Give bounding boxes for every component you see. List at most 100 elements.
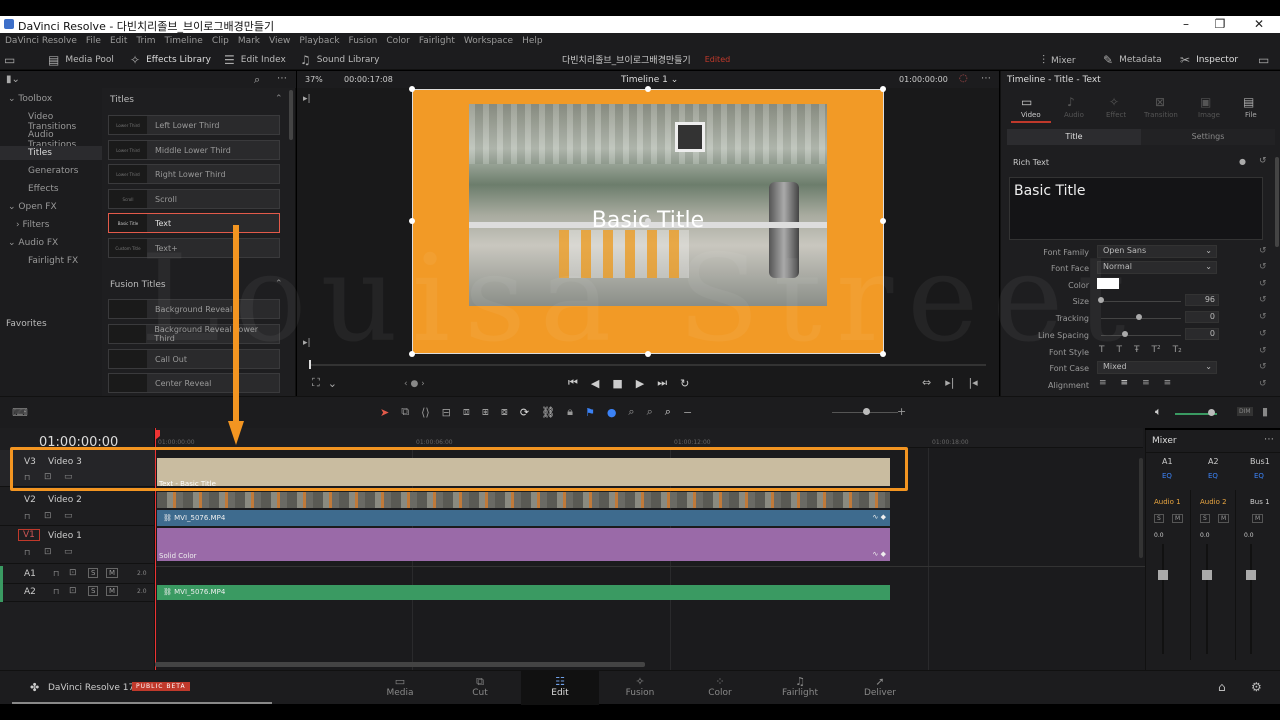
play-reverse-icon[interactable]: ◀ xyxy=(591,377,599,390)
sidebar-toggle-icon[interactable]: ▮⌄ xyxy=(6,74,20,85)
zoom-level[interactable]: 37% xyxy=(305,75,323,84)
linked-selection-icon[interactable]: ⛓ xyxy=(541,406,555,419)
tree-item-toolbox[interactable]: ⌄ Toolbox xyxy=(8,94,52,104)
eq-button[interactable]: EQ xyxy=(1254,472,1264,480)
zoom-in-icon[interactable]: + xyxy=(897,405,906,418)
flag-icon[interactable]: ⚑ xyxy=(585,406,595,419)
mark-out-icon[interactable]: |◂ xyxy=(968,376,977,389)
auto-select-icon[interactable]: ⊡ xyxy=(44,547,52,557)
more-options-icon[interactable]: ⋯ xyxy=(1264,434,1274,445)
previous-frame-icon[interactable]: ▸| xyxy=(303,94,311,104)
timeline-name-dropdown[interactable]: Timeline 1 ⌄ xyxy=(621,75,678,85)
search-icon[interactable]: ⌕ xyxy=(254,73,260,87)
tree-item-effects[interactable]: Effects xyxy=(28,184,59,194)
insert-clip-icon[interactable]: ⧈ xyxy=(463,405,470,419)
title-preset-right-lower-third[interactable]: Lower Third Right Lower Third xyxy=(108,164,280,184)
mute-button[interactable]: M xyxy=(106,586,119,596)
reset-icon[interactable]: ↺ xyxy=(1259,246,1267,256)
menu-item-workspace[interactable]: Workspace xyxy=(464,36,513,46)
effects-library-button[interactable]: ✧ Effects Library xyxy=(130,53,211,67)
align-right-icon[interactable]: ≡ xyxy=(1142,378,1150,388)
fader-knob[interactable] xyxy=(1202,570,1212,580)
reset-icon[interactable]: ↺ xyxy=(1259,312,1267,322)
title-preset-left-lower-third[interactable]: Lower Third Left Lower Third xyxy=(108,115,280,135)
tab-file[interactable]: File xyxy=(1245,111,1257,119)
marker-icon[interactable]: ● xyxy=(607,406,617,419)
transform-handle[interactable] xyxy=(880,86,886,92)
inspector-scrollbar[interactable] xyxy=(1275,157,1279,247)
align-center-icon[interactable]: ≡ xyxy=(1121,378,1129,388)
clip-v2-mvi-5076[interactable]: ⛓ MVI_5076.MP4 ∿ ◆ xyxy=(157,510,890,526)
track-header-a2[interactable]: A2 ⊓ ⊡ S M 2.0 xyxy=(0,584,155,602)
menu-item-view[interactable]: View xyxy=(269,36,290,46)
tree-item-video-transitions[interactable]: Video Transitions xyxy=(28,112,102,132)
reset-icon[interactable]: ↺ xyxy=(1259,279,1267,289)
menu-item-help[interactable]: Help xyxy=(522,36,543,46)
reset-icon[interactable]: ↺ xyxy=(1259,362,1267,372)
snapping-icon[interactable]: ⟳ xyxy=(520,406,529,419)
jog-control-icon[interactable]: ‹ ● › xyxy=(404,379,425,389)
zoom-detail-icon[interactable]: ⌕ xyxy=(647,405,653,419)
tab-transition[interactable]: Transition xyxy=(1144,111,1178,119)
menu-item-fusion[interactable]: Fusion xyxy=(349,36,378,46)
page-tab-edit[interactable]: ☷ Edit xyxy=(521,671,599,705)
lock-icon[interactable]: ⊓ xyxy=(53,587,59,596)
justify-icon[interactable]: ≡ xyxy=(1164,378,1172,388)
transform-handle[interactable] xyxy=(880,218,886,224)
keyframe-dot-icon[interactable]: ● xyxy=(1239,157,1246,166)
more-options-icon[interactable]: ⋯ xyxy=(277,73,287,84)
volume-slider-knob[interactable] xyxy=(1208,409,1215,416)
fusion-preset-center-reveal[interactable]: Center Reveal xyxy=(108,373,280,393)
home-icon[interactable]: ⌂ xyxy=(1218,680,1226,694)
skip-to-end-icon[interactable]: ⏭ xyxy=(657,376,667,390)
track-header-v2[interactable]: V2 Video 2 ⊓ ⊡ ▭ xyxy=(0,488,155,526)
page-tab-fusion[interactable]: ✧ Fusion xyxy=(601,671,679,705)
maximize-icon[interactable]: ❐ xyxy=(1210,17,1230,31)
mark-in-icon[interactable]: ▸| xyxy=(945,376,954,389)
auto-select-icon[interactable]: ⊡ xyxy=(69,586,77,596)
eq-button[interactable]: EQ xyxy=(1162,472,1172,480)
zoom-slider-knob[interactable] xyxy=(863,408,870,415)
metadata-button[interactable]: ✎ Metadata xyxy=(1103,53,1162,67)
fader-knob[interactable] xyxy=(1246,570,1256,580)
lock-icon[interactable]: ⊓ xyxy=(24,548,30,557)
solo-button[interactable]: S xyxy=(1200,514,1210,523)
track-visibility-icon[interactable]: ▭ xyxy=(64,547,73,557)
lock-icon[interactable]: ⊓ xyxy=(53,569,59,578)
overwrite-clip-icon[interactable]: ⧆ xyxy=(482,405,489,419)
zoom-out-icon[interactable]: − xyxy=(683,406,692,419)
menu-item-color[interactable]: Color xyxy=(386,36,410,46)
track-header-a1[interactable]: A1 ⊓ ⊡ S M 2.0 xyxy=(0,566,155,584)
page-tab-media[interactable]: ▭ Media xyxy=(361,671,439,705)
edit-index-button[interactable]: ☰ Edit Index xyxy=(224,53,286,67)
replace-clip-icon[interactable]: ⧇ xyxy=(501,405,508,419)
collapse-icon[interactable]: ⌃ xyxy=(275,94,283,104)
transform-overlay-icon[interactable]: ⛶ xyxy=(312,376,320,390)
minimize-icon[interactable]: – xyxy=(1176,17,1196,31)
tree-item-titles[interactable]: Titles xyxy=(0,146,102,160)
skip-to-start-icon[interactable]: ⏮ xyxy=(568,376,578,390)
mute-button[interactable]: M xyxy=(106,568,119,578)
track-visibility-icon[interactable]: ▭ xyxy=(64,511,73,521)
dim-button[interactable]: DIM xyxy=(1237,407,1253,416)
panel-toggle-button[interactable]: ▭ xyxy=(4,53,15,67)
transform-handle[interactable] xyxy=(409,218,415,224)
tree-item-filters[interactable]: › Filters xyxy=(16,220,49,230)
clip-v2-thumbnails[interactable] xyxy=(157,492,890,508)
close-icon[interactable]: ✕ xyxy=(1249,17,1269,31)
loop-icon[interactable]: ↻ xyxy=(680,377,689,390)
effects-scrollbar[interactable] xyxy=(289,90,293,140)
solo-button[interactable]: S xyxy=(88,568,99,578)
menu-item-playback[interactable]: Playback xyxy=(299,36,339,46)
zoom-fit-icon[interactable]: ⌕ xyxy=(628,405,634,419)
menu-item-davinci[interactable]: DaVinci Resolve xyxy=(5,36,77,46)
reset-icon[interactable]: ↺ xyxy=(1259,295,1267,305)
title-preset-middle-lower-third[interactable]: Lower Third Middle Lower Third xyxy=(108,140,280,160)
fader-track[interactable] xyxy=(1206,544,1208,654)
chevron-down-icon[interactable]: ⌄ xyxy=(328,377,337,390)
menu-item-mark[interactable]: Mark xyxy=(238,36,260,46)
menu-item-edit[interactable]: Edit xyxy=(110,36,127,46)
selection-tool-icon[interactable]: ➤ xyxy=(380,406,389,419)
trim-tool-icon[interactable]: ⧉ xyxy=(401,405,409,419)
anchor-point-handle[interactable] xyxy=(645,218,651,224)
